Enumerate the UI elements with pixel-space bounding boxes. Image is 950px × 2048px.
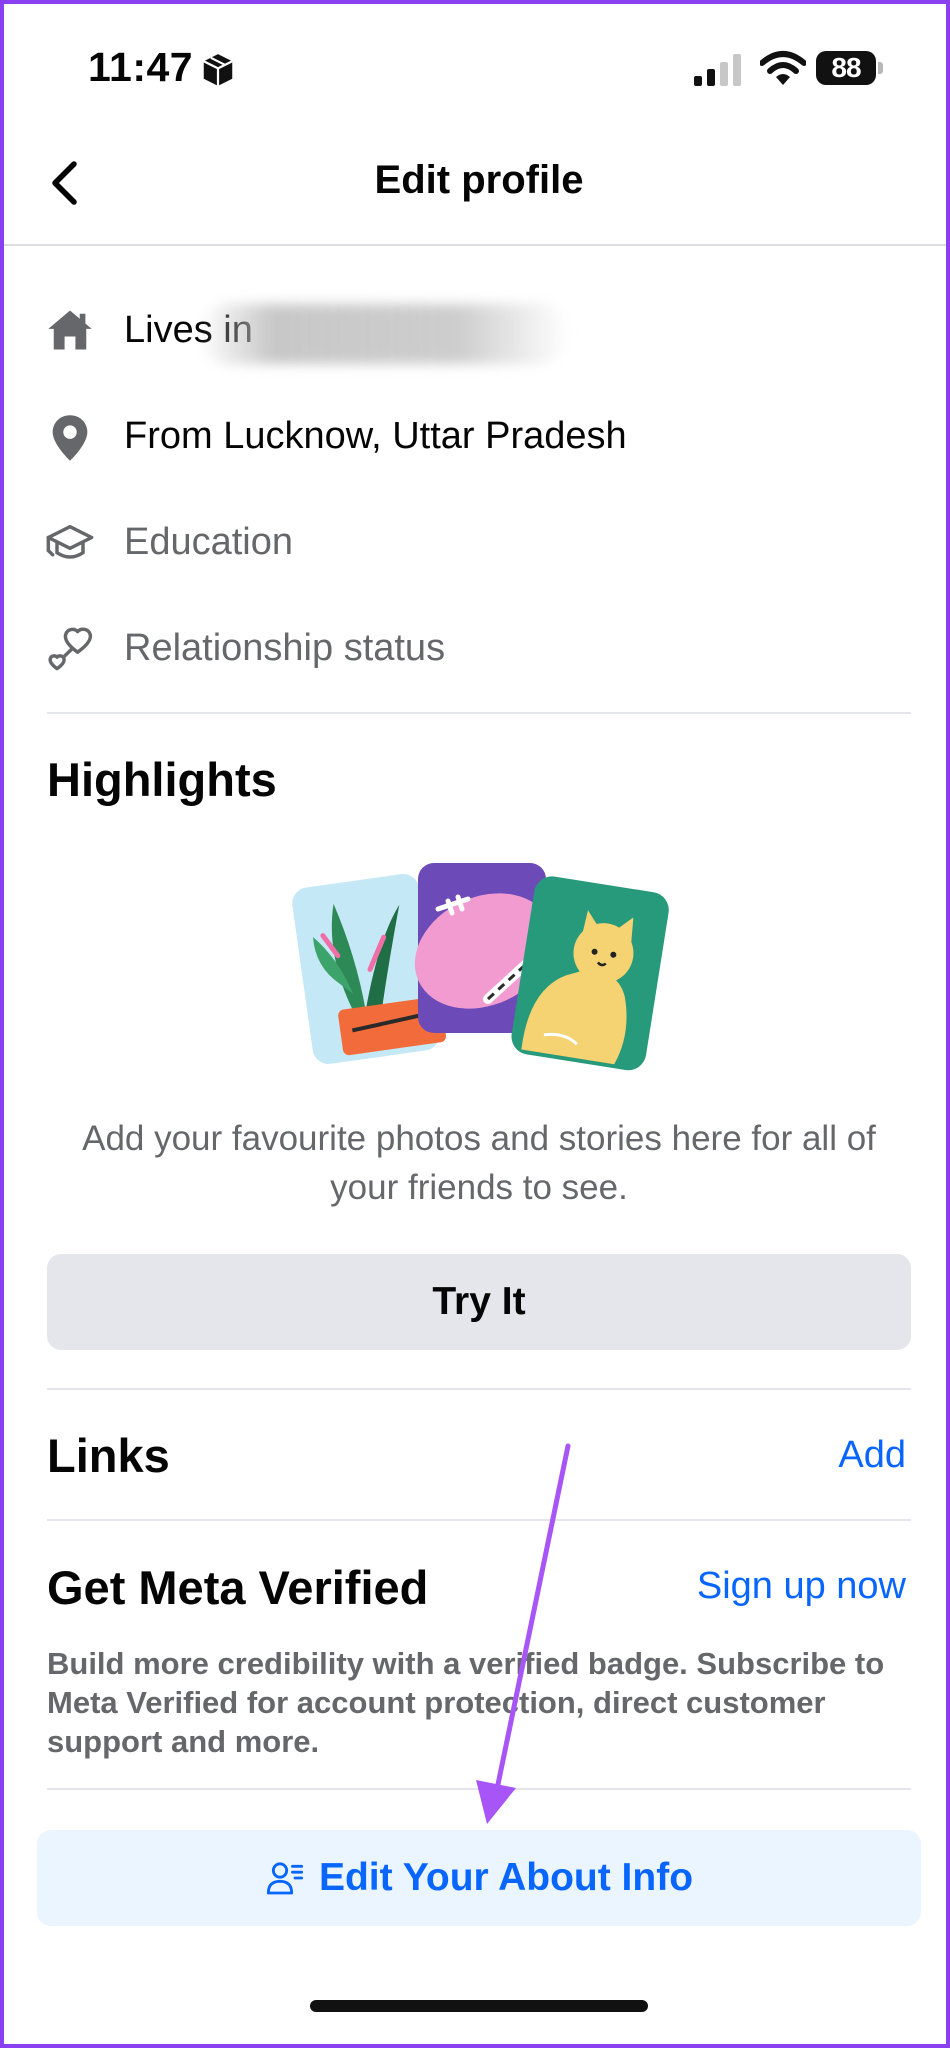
battery-level: 88 <box>816 51 876 85</box>
relationship-status-text[interactable]: Relationship status <box>124 627 445 670</box>
meta-verified-title: Get Meta Verified <box>47 1561 429 1614</box>
person-list-icon <box>266 1862 304 1895</box>
edit-about-info-label: Edit Your About Info <box>318 1856 694 1899</box>
hearts-icon <box>48 627 93 671</box>
section-divider <box>47 1788 911 1790</box>
sign-up-now-link[interactable]: Sign up now <box>697 1565 906 1608</box>
highlights-illustration <box>292 863 669 1071</box>
highlights-title: Highlights <box>47 753 277 806</box>
links-title: Links <box>47 1429 170 1482</box>
location-pin-icon <box>52 415 88 461</box>
home-indicator[interactable] <box>310 2000 648 2012</box>
redacted-location <box>199 304 569 364</box>
education-text[interactable]: Education <box>124 521 293 564</box>
try-it-button[interactable]: Try It <box>47 1254 911 1350</box>
section-divider <box>47 1388 911 1390</box>
highlights-description: Add your favourite photos and stories he… <box>82 1119 876 1207</box>
cellular-signal-icon <box>694 54 741 86</box>
wifi-icon <box>760 51 806 85</box>
hometown-text[interactable]: From Lucknow, Uttar Pradesh <box>124 415 627 458</box>
battery-tip <box>878 62 883 74</box>
graduation-cap-icon <box>46 524 94 559</box>
battery-indicator: 88 <box>816 51 886 89</box>
page-title: Edit profile <box>374 158 584 202</box>
edit-about-info-button[interactable]: Edit Your About Info <box>37 1830 921 1926</box>
phone-screen: 11:47 88 Edit profile Lives in From Luck… <box>0 0 950 2048</box>
header-divider <box>4 244 946 246</box>
home-icon <box>48 310 92 350</box>
status-time: 11:47 <box>88 44 194 90</box>
section-divider <box>47 712 911 714</box>
meta-verified-description: Build more credibility with a verified b… <box>47 1646 885 1759</box>
add-link-button[interactable]: Add <box>838 1434 906 1477</box>
package-icon <box>203 54 233 86</box>
section-divider <box>47 1519 911 1521</box>
